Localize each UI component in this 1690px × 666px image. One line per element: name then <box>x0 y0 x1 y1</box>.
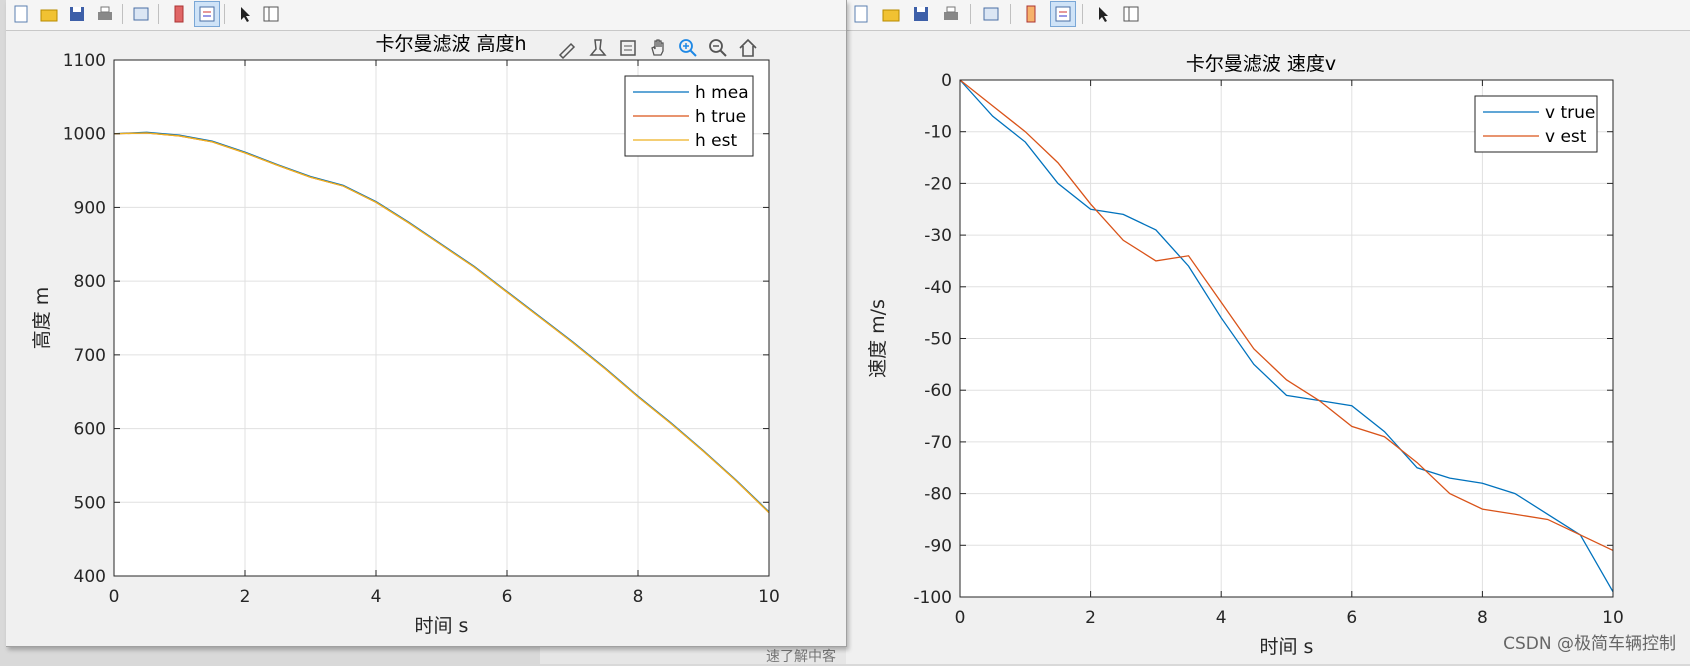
y-tick-label: -100 <box>913 588 952 608</box>
y-tick-label: -40 <box>924 278 952 298</box>
chart-height: 0 2 4 6 8 10 400 500 600 700 800 900 1000 1100 卡尔曼滤波 高… <box>31 33 780 637</box>
background-text: 速了解中客 <box>766 649 836 665</box>
y-tick-label: 800 <box>74 272 106 292</box>
y-tick-label: 500 <box>74 493 106 513</box>
y-tick-label: -60 <box>924 381 952 401</box>
y-tick-label: -80 <box>924 485 952 505</box>
chart-velocity: 0 2 4 6 8 10-100-90-80-70-60-50-40-30-20-100卡… <box>867 53 1624 658</box>
y-tick-label: 700 <box>74 346 106 366</box>
legend-label: v true <box>1545 103 1595 123</box>
y-tick-label: 900 <box>74 198 106 218</box>
x-tick-label: 0 <box>955 608 966 628</box>
y-tick-label: 0 <box>941 71 952 91</box>
legend: h mea h true h est <box>624 75 754 157</box>
x-tick-label: 4 <box>371 587 382 607</box>
y-tick-label: -30 <box>924 226 952 246</box>
x-tick-label: 6 <box>502 587 513 607</box>
y-tick-label: -20 <box>924 174 952 194</box>
x-axis-label: 时间 s <box>1260 636 1314 658</box>
chart-title: 卡尔曼滤波 速度v <box>1186 53 1336 75</box>
x-axis-label: 时间 s <box>415 615 469 637</box>
x-tick-label: 8 <box>633 587 644 607</box>
figure-window-velocity: 0 2 4 6 8 10 -100 -90 -80 -70 -60 -50 -40 -30 -20 -10 0 卡… <box>846 0 1690 664</box>
background-window-strip: 速了解中客 <box>540 646 846 665</box>
x-tick-label: 10 <box>758 587 780 607</box>
legend-label: v est <box>1545 127 1587 147</box>
figure-window-height: 0 2 4 6 8 10 400 500 600 700 800 900 1000 1100 卡尔曼滤波 高… <box>6 0 847 647</box>
x-tick-label: 2 <box>1085 608 1096 628</box>
y-axis-label: 速度 m/s <box>867 299 889 378</box>
chart-title: 卡尔曼滤波 高度h <box>375 33 526 55</box>
legend: v true v est <box>1474 95 1598 153</box>
y-tick-label: -10 <box>924 123 952 143</box>
x-tick-label: 2 <box>240 587 251 607</box>
y-tick-label: -90 <box>924 536 952 556</box>
legend-label: h mea <box>695 83 749 103</box>
y-axis-label: 高度 m <box>31 287 53 350</box>
y-tick-label: 1000 <box>63 125 106 145</box>
y-tick-label: 600 <box>74 420 106 440</box>
x-tick-label: 6 <box>1346 608 1357 628</box>
x-tick-label: 0 <box>109 587 120 607</box>
y-tick-label: 1100 <box>63 51 106 71</box>
x-tick-label: 4 <box>1216 608 1227 628</box>
watermark: CSDN @极简车辆控制 <box>1503 634 1676 654</box>
y-tick-label: -50 <box>924 330 952 350</box>
y-tick-label: -70 <box>924 433 952 453</box>
y-tick-label: 400 <box>74 567 106 587</box>
legend-label: h true <box>695 107 746 127</box>
legend-label: h est <box>695 131 737 151</box>
x-tick-label: 8 <box>1477 608 1488 628</box>
x-tick-label: 10 <box>1602 608 1624 628</box>
